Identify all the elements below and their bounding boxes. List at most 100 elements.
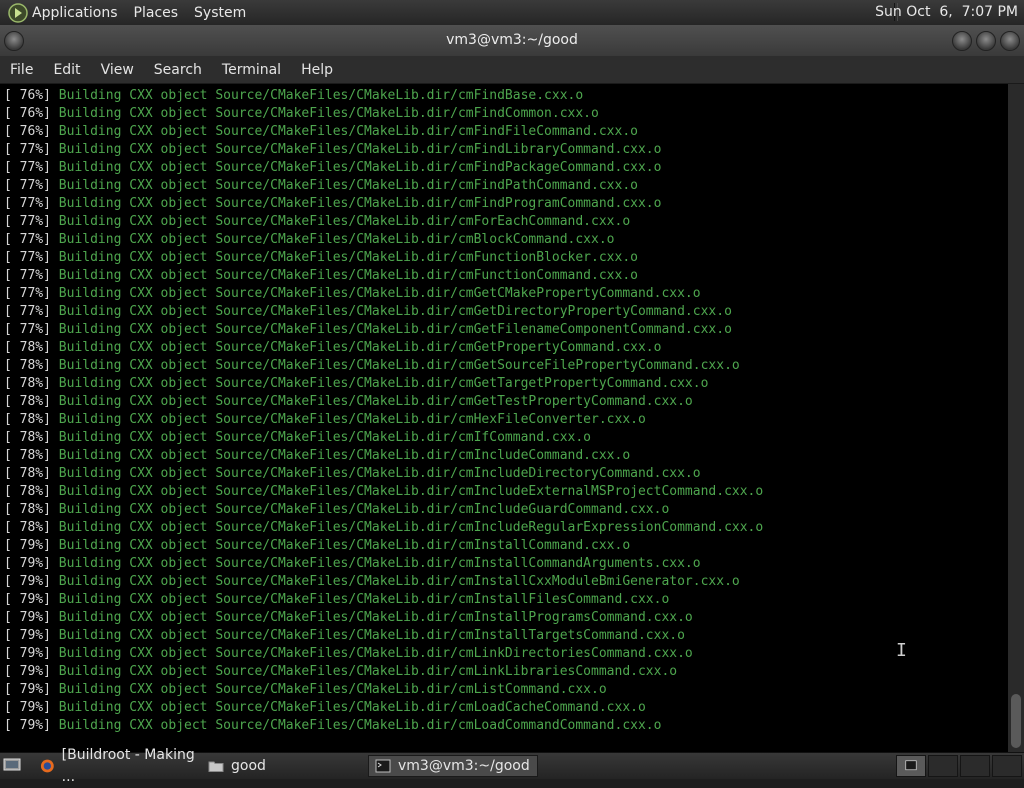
terminal-line: [ 76%] Building CXX object Source/CMakeF… — [4, 123, 1008, 141]
window-title: vm3@vm3:~/good — [446, 32, 578, 48]
terminal-line: [ 79%] Building CXX object Source/CMakeF… — [4, 555, 1008, 573]
progress-percent: [ 77%] — [4, 322, 51, 337]
progress-percent: [ 77%] — [4, 268, 51, 283]
terminal-line: [ 77%] Building CXX object Source/CMakeF… — [4, 303, 1008, 321]
menu-help[interactable]: Help — [291, 62, 343, 78]
build-message: Building CXX object Source/CMakeFiles/CM… — [58, 484, 764, 499]
progress-percent: [ 77%] — [4, 160, 51, 175]
progress-percent: [ 78%] — [4, 520, 51, 535]
menu-places[interactable]: Places — [134, 5, 179, 21]
progress-percent: [ 77%] — [4, 142, 51, 157]
progress-percent: [ 79%] — [4, 628, 51, 643]
terminal-line: [ 79%] Building CXX object Source/CMakeF… — [4, 537, 1008, 555]
build-message: Building CXX object Source/CMakeFiles/CM… — [58, 394, 693, 409]
menu-edit[interactable]: Edit — [43, 62, 90, 78]
progress-percent: [ 79%] — [4, 700, 51, 715]
progress-percent: [ 77%] — [4, 232, 51, 247]
task-firefox[interactable]: [Buildroot - Making ... — [34, 747, 206, 785]
progress-percent: [ 78%] — [4, 502, 51, 517]
progress-percent: [ 78%] — [4, 448, 51, 463]
minimize-button[interactable] — [952, 31, 972, 51]
progress-percent: [ 78%] — [4, 412, 51, 427]
terminal-line: [ 79%] Building CXX object Source/CMakeF… — [4, 645, 1008, 663]
build-message: Building CXX object Source/CMakeFiles/CM… — [58, 142, 662, 157]
build-message: Building CXX object Source/CMakeFiles/CM… — [58, 718, 662, 733]
terminal-line: [ 77%] Building CXX object Source/CMakeF… — [4, 321, 1008, 339]
workspace-2[interactable] — [928, 755, 958, 777]
task-label: good — [231, 758, 266, 774]
close-button[interactable] — [1000, 31, 1020, 51]
menu-file[interactable]: File — [0, 62, 43, 78]
scrollbar-thumb[interactable] — [1011, 694, 1021, 748]
ibeam-cursor-icon: I — [896, 640, 907, 661]
workspace-4[interactable] — [992, 755, 1022, 777]
terminal-line: [ 77%] Building CXX object Source/CMakeF… — [4, 141, 1008, 159]
task-terminal[interactable]: vm3@vm3:~/good — [368, 755, 538, 777]
build-message: Building CXX object Source/CMakeFiles/CM… — [58, 592, 670, 607]
terminal-line: [ 77%] Building CXX object Source/CMakeF… — [4, 267, 1008, 285]
build-message: Building CXX object Source/CMakeFiles/CM… — [58, 376, 709, 391]
window-menu-button[interactable] — [4, 31, 24, 51]
progress-percent: [ 77%] — [4, 304, 51, 319]
progress-percent: [ 79%] — [4, 592, 51, 607]
clock[interactable]: Sun Oct 6, 7:07 PM — [875, 4, 1018, 20]
menu-terminal[interactable]: Terminal — [212, 62, 291, 78]
terminal-line: [ 76%] Building CXX object Source/CMakeF… — [4, 87, 1008, 105]
terminal-line: [ 79%] Building CXX object Source/CMakeF… — [4, 681, 1008, 699]
menu-view[interactable]: View — [91, 62, 144, 78]
build-message: Building CXX object Source/CMakeFiles/CM… — [58, 214, 631, 229]
terminal-output[interactable]: [ 76%] Building CXX object Source/CMakeF… — [0, 84, 1008, 752]
progress-percent: [ 78%] — [4, 340, 51, 355]
build-message: Building CXX object Source/CMakeFiles/CM… — [58, 538, 631, 553]
terminal-scrollbar[interactable] — [1008, 84, 1024, 752]
menu-search[interactable]: Search — [144, 62, 212, 78]
build-message: Building CXX object Source/CMakeFiles/CM… — [58, 574, 740, 589]
terminal-line: [ 78%] Building CXX object Source/CMakeF… — [4, 465, 1008, 483]
progress-percent: [ 79%] — [4, 718, 51, 733]
workspace-3[interactable] — [960, 755, 990, 777]
progress-percent: [ 79%] — [4, 556, 51, 571]
build-message: Building CXX object Source/CMakeFiles/CM… — [58, 358, 740, 373]
terminal-line: [ 77%] Building CXX object Source/CMakeF… — [4, 249, 1008, 267]
build-message: Building CXX object Source/CMakeFiles/CM… — [58, 700, 646, 715]
build-message: Building CXX object Source/CMakeFiles/CM… — [58, 106, 599, 121]
build-message: Building CXX object Source/CMakeFiles/CM… — [58, 610, 693, 625]
task-label: vm3@vm3:~/good — [398, 758, 530, 774]
progress-percent: [ 79%] — [4, 664, 51, 679]
build-message: Building CXX object Source/CMakeFiles/CM… — [58, 646, 693, 661]
terminal-icon — [375, 759, 391, 773]
terminal-line: [ 78%] Building CXX object Source/CMakeF… — [4, 375, 1008, 393]
build-message: Building CXX object Source/CMakeFiles/CM… — [58, 88, 584, 103]
show-desktop-icon[interactable] — [3, 757, 21, 773]
progress-percent: [ 78%] — [4, 430, 51, 445]
build-message: Building CXX object Source/CMakeFiles/CM… — [58, 268, 638, 283]
progress-percent: [ 78%] — [4, 376, 51, 391]
build-message: Building CXX object Source/CMakeFiles/CM… — [58, 124, 638, 139]
workspace-1[interactable] — [896, 755, 926, 777]
task-folder[interactable]: good — [202, 755, 362, 777]
progress-percent: [ 78%] — [4, 484, 51, 499]
build-message: Building CXX object Source/CMakeFiles/CM… — [58, 520, 764, 535]
progress-percent: [ 79%] — [4, 610, 51, 625]
task-label: [Buildroot - Making ... — [61, 747, 195, 785]
build-message: Building CXX object Source/CMakeFiles/CM… — [58, 286, 701, 301]
firefox-icon — [40, 759, 54, 773]
progress-percent: [ 78%] — [4, 466, 51, 481]
terminal-line: [ 77%] Building CXX object Source/CMakeF… — [4, 195, 1008, 213]
menu-system[interactable]: System — [194, 5, 246, 21]
maximize-button[interactable] — [976, 31, 996, 51]
applications-logo-icon[interactable] — [8, 2, 28, 23]
terminal-line: [ 79%] Building CXX object Source/CMakeF… — [4, 627, 1008, 645]
menu-applications[interactable]: Applications — [32, 5, 118, 21]
terminal-line: [ 77%] Building CXX object Source/CMakeF… — [4, 285, 1008, 303]
terminal-line: [ 79%] Building CXX object Source/CMakeF… — [4, 699, 1008, 717]
window-titlebar[interactable]: vm3@vm3:~/good — [0, 25, 1024, 56]
progress-percent: [ 76%] — [4, 124, 51, 139]
build-message: Building CXX object Source/CMakeFiles/CM… — [58, 160, 662, 175]
terminal-line: [ 77%] Building CXX object Source/CMakeF… — [4, 231, 1008, 249]
build-message: Building CXX object Source/CMakeFiles/CM… — [58, 664, 678, 679]
progress-percent: [ 78%] — [4, 394, 51, 409]
progress-percent: [ 79%] — [4, 646, 51, 661]
folder-icon — [208, 761, 224, 772]
build-message: Building CXX object Source/CMakeFiles/CM… — [58, 430, 592, 445]
